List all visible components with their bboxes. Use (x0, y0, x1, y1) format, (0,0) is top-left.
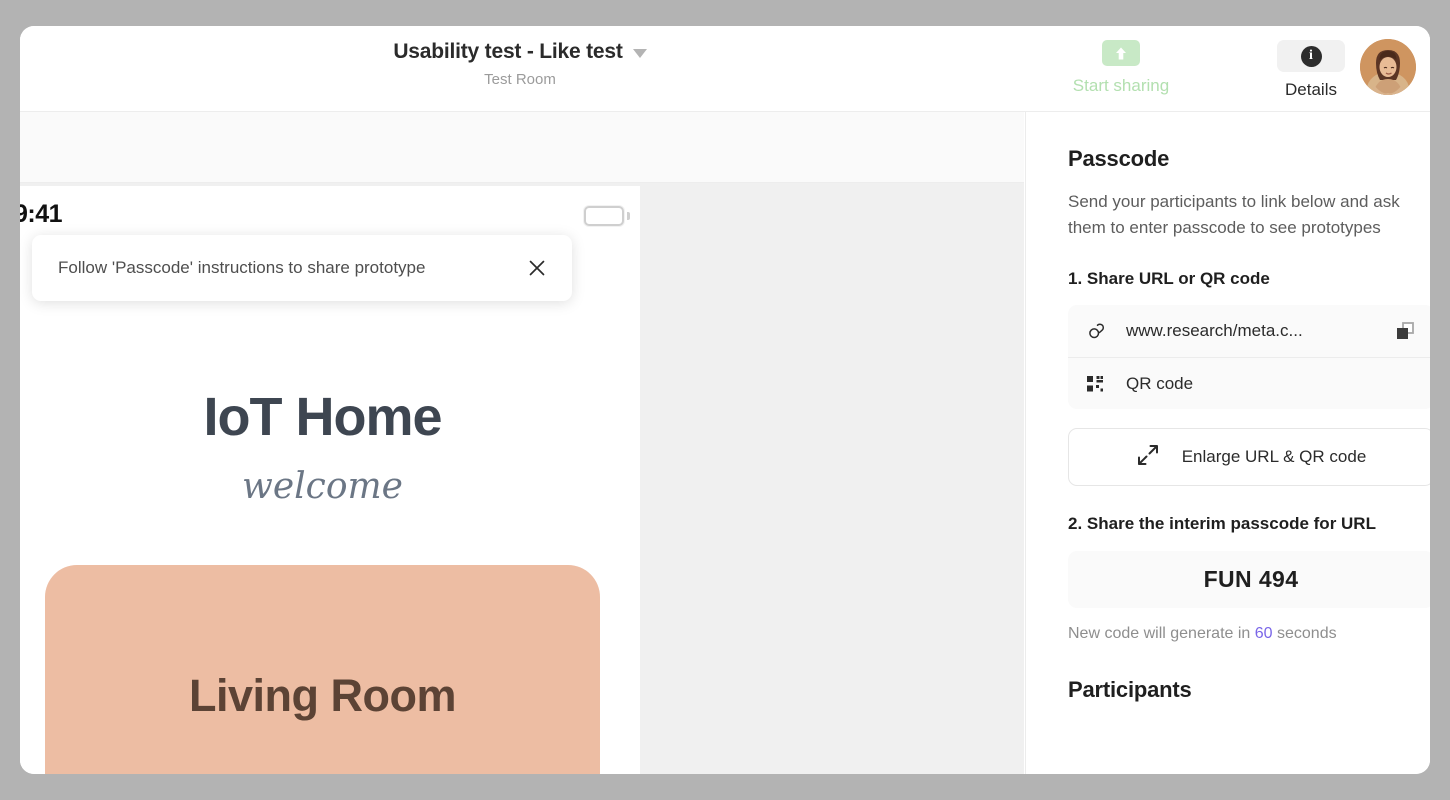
expand-diagonal-icon (1136, 443, 1160, 472)
details-label: Details (1285, 80, 1337, 99)
prototype-welcome-text: welcome (242, 466, 403, 507)
regen-seconds: 60 (1254, 625, 1273, 642)
enlarge-url-qr-label: Enlarge URL & QR code (1181, 447, 1367, 466)
title-block: Usability test - Like test Test Room (20, 40, 1020, 88)
qr-code-label: QR code (1126, 373, 1194, 393)
details-button[interactable]: i Details (1249, 40, 1373, 100)
prototype-canvas: 9:41 IoT Home welcome Living Room Follow… (20, 183, 1024, 774)
start-sharing-label: Start sharing (1072, 76, 1170, 95)
app-window: Usability test - Like test Test Room Sta… (20, 26, 1430, 774)
avatar[interactable] (1360, 39, 1416, 95)
battery-cap-icon (627, 212, 630, 220)
step-1-heading: 1. Share URL or QR code (1068, 269, 1270, 288)
step-2-heading: 2. Share the interim passcode for URL (1068, 514, 1376, 533)
close-icon[interactable] (524, 255, 550, 281)
page-title: Usability test - Like test (393, 40, 623, 63)
title-row[interactable]: Usability test - Like test (20, 40, 1020, 64)
link-icon (1086, 321, 1112, 341)
share-url-row[interactable]: www.research/meta.c... (1068, 305, 1430, 357)
top-bar: Usability test - Like test Test Room Sta… (20, 26, 1430, 112)
prototype-title: IoT Home (203, 387, 442, 447)
room-card-living-room[interactable]: Living Room (45, 565, 600, 774)
panel-heading: Passcode (1068, 146, 1170, 171)
toast-notification: Follow 'Passcode' instructions to share … (32, 235, 572, 301)
participants-heading: Participants (1068, 677, 1192, 702)
status-time: 9:41 (20, 200, 63, 228)
upload-arrow-icon (1102, 40, 1140, 66)
page-subtitle: Test Room (484, 71, 556, 88)
battery-full-icon (584, 206, 624, 226)
copy-icon[interactable] (1392, 318, 1418, 344)
toast-message: Follow 'Passcode' instructions to share … (58, 258, 426, 277)
info-icon: i (1300, 45, 1322, 67)
regen-prefix: New code will generate in (1068, 625, 1255, 642)
share-options-group: www.research/meta.c... QR code (1068, 305, 1430, 409)
details-icon-box: i (1277, 40, 1345, 72)
canvas-toolbar-strip (20, 112, 1024, 183)
enlarge-url-qr-button[interactable]: Enlarge URL & QR code (1068, 428, 1430, 486)
passcode-value[interactable]: FUN 494 (1068, 551, 1430, 608)
start-sharing-button[interactable]: Start sharing (1048, 40, 1194, 96)
passcode-regen-note: New code will generate in 60 seconds (1068, 625, 1408, 643)
chevron-down-icon[interactable] (632, 49, 647, 58)
qr-code-row[interactable]: QR code (1068, 357, 1430, 409)
qr-code-icon (1086, 375, 1112, 393)
panel-description: Send your participants to link below and… (1068, 192, 1400, 237)
room-card-label: Living Room (189, 670, 456, 721)
regen-suffix: seconds (1272, 625, 1337, 642)
passcode-side-panel: Passcode Send your participants to link … (1025, 112, 1430, 774)
share-url-value: www.research/meta.c... (1126, 321, 1303, 340)
